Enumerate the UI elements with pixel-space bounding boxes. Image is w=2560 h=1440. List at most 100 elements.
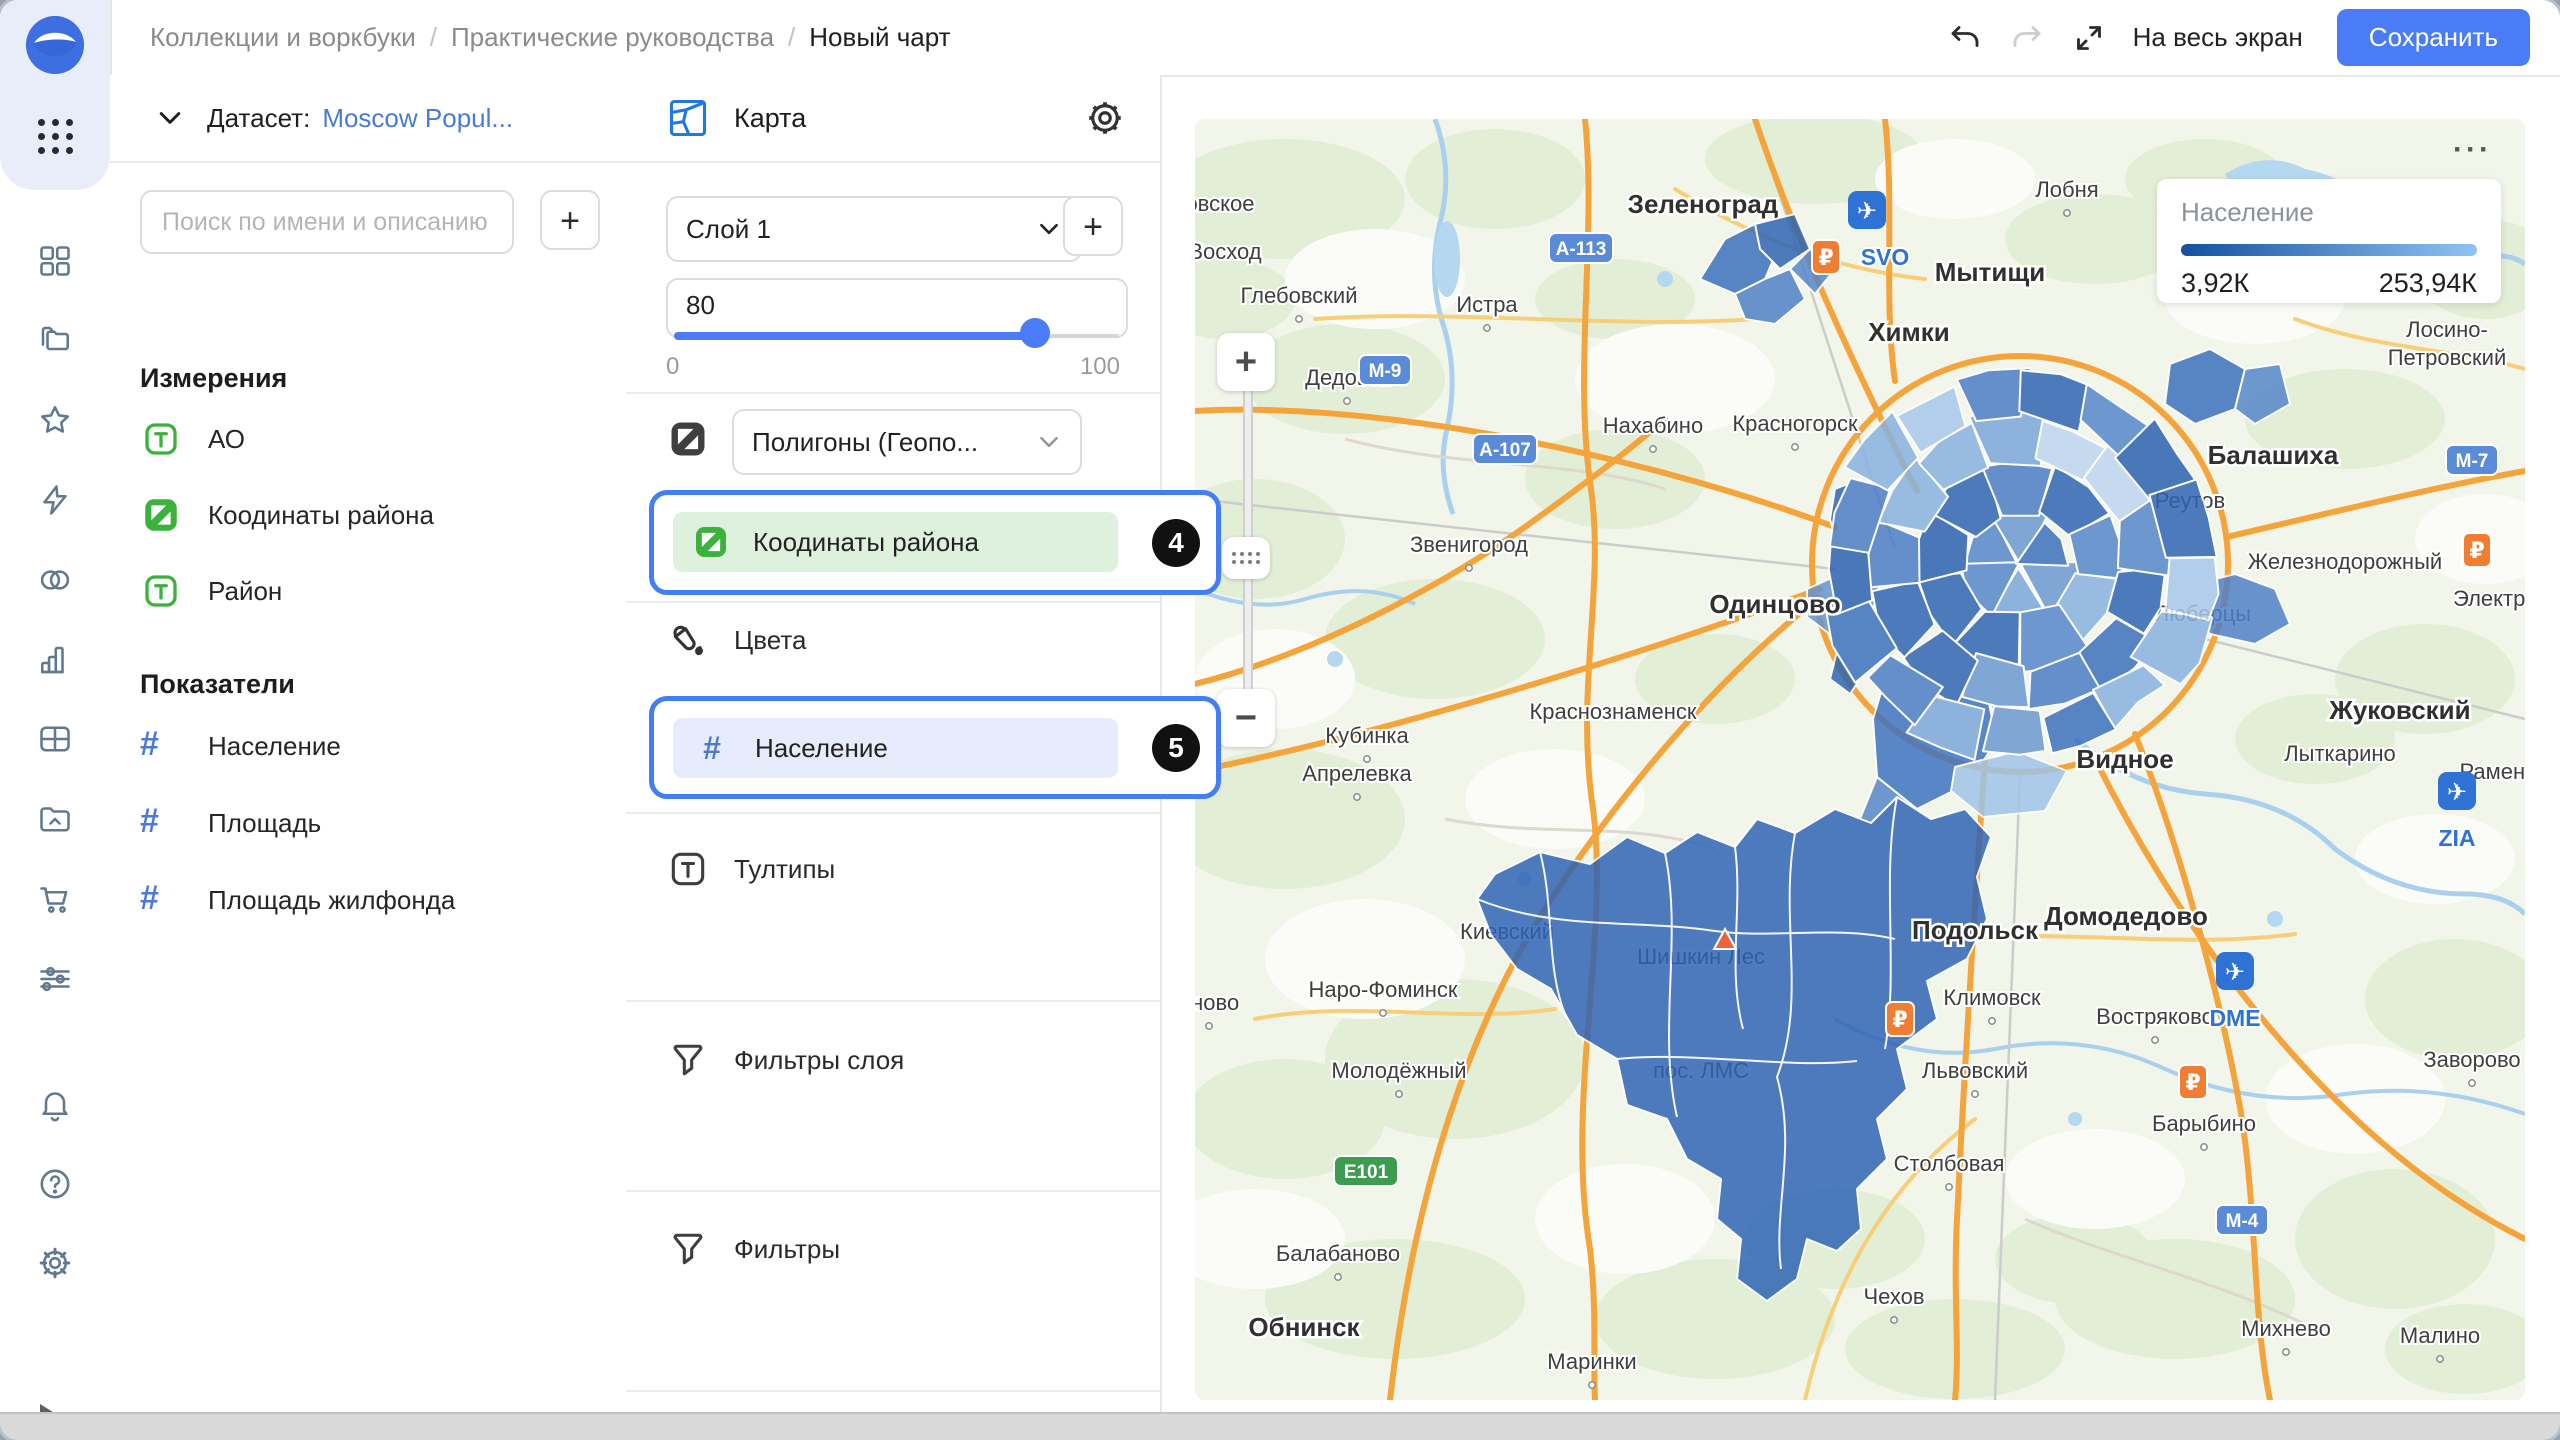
annotation-box-colors: # Население 5 bbox=[649, 696, 1221, 799]
chart-type-label: Карта bbox=[734, 103, 806, 134]
marketplace-icon[interactable] bbox=[37, 881, 73, 917]
opacity-slider-rest[interactable] bbox=[1039, 334, 1119, 338]
left-rail bbox=[0, 0, 112, 1412]
map-place-label: Красногорск bbox=[1732, 411, 1858, 436]
svg-text:₽: ₽ bbox=[2469, 538, 2484, 563]
divider bbox=[626, 601, 1160, 603]
map-place-label: Кубинка bbox=[1325, 723, 1409, 748]
layer-opacity-control[interactable]: 80 bbox=[666, 278, 1128, 338]
layer-select[interactable]: Слой 1 bbox=[666, 196, 1082, 262]
map-place-label: Климовск bbox=[1943, 985, 2041, 1010]
airport-code-label: ZIA bbox=[2438, 825, 2475, 851]
zoom-slider-handle[interactable] bbox=[1222, 537, 1270, 579]
dataset-panel: Датасет: Moscow Popul... + Измерения АО К… bbox=[110, 75, 628, 1412]
dataset-name-link[interactable]: Moscow Popul... bbox=[322, 103, 513, 134]
geotype-select[interactable]: Полигоны (Геопо... bbox=[732, 409, 1082, 475]
settings-sliders-icon[interactable] bbox=[37, 961, 73, 997]
map-place-label: Жуковский bbox=[2328, 695, 2470, 725]
zoom-in-button[interactable]: + bbox=[1217, 333, 1275, 391]
notifications-icon[interactable] bbox=[37, 1086, 73, 1122]
dataset-label: Датасет: bbox=[207, 103, 310, 134]
number-field-icon: # bbox=[691, 730, 733, 767]
datasets-icon[interactable] bbox=[37, 562, 73, 598]
chart-settings-gear-icon[interactable] bbox=[1084, 97, 1126, 139]
breadcrumb-separator: / bbox=[788, 22, 795, 53]
chevron-down-icon bbox=[1036, 429, 1062, 455]
dataset-header[interactable]: Датасет: Moscow Popul... bbox=[110, 75, 626, 163]
chevron-down-icon[interactable] bbox=[155, 103, 185, 133]
favorites-icon[interactable] bbox=[37, 402, 73, 438]
breadcrumb: Коллекции и воркбуки / Практические руково… bbox=[150, 0, 951, 75]
gear-icon[interactable] bbox=[37, 1245, 73, 1281]
undo-icon[interactable] bbox=[1947, 20, 1983, 56]
workbooks-icon[interactable] bbox=[37, 322, 73, 358]
chevron-down-icon bbox=[1036, 216, 1062, 242]
field-label: АО bbox=[208, 424, 245, 455]
divider bbox=[626, 812, 1160, 814]
opacity-slider-knob[interactable] bbox=[1020, 318, 1050, 348]
map-place-label: иново bbox=[1195, 990, 1239, 1015]
map-place-label: Восход bbox=[1195, 239, 1262, 264]
field-row[interactable]: #Население bbox=[140, 722, 341, 770]
map-canvas[interactable]: КрасногорскЗеленоградРеутовЖелезнодорожн… bbox=[1195, 119, 2525, 1400]
breadcrumb-item[interactable]: Коллекции и воркбуки bbox=[150, 22, 416, 53]
fullscreen-label[interactable]: На весь экран bbox=[2133, 22, 2303, 53]
search-input[interactable] bbox=[140, 190, 514, 254]
paint-bucket-icon bbox=[666, 618, 710, 662]
tables-icon[interactable] bbox=[37, 721, 73, 757]
svg-text:М-9: М-9 bbox=[1369, 361, 1402, 382]
field-label: Площадь bbox=[208, 808, 321, 839]
map-place-label: Нахабино bbox=[1603, 413, 1703, 438]
zoom-out-button[interactable]: − bbox=[1217, 689, 1275, 747]
legend-gradient-bar bbox=[2181, 244, 2477, 256]
breadcrumb-item: Новый чарт bbox=[809, 22, 950, 53]
district-cell bbox=[2165, 558, 2218, 621]
opacity-max-label: 100 bbox=[1080, 353, 1120, 381]
geopolygons-field-pill[interactable]: Коодинаты района bbox=[673, 512, 1118, 572]
map-more-menu-icon[interactable]: ··· bbox=[2453, 133, 2492, 167]
add-layer-button[interactable]: + bbox=[1063, 196, 1123, 256]
field-row[interactable]: #Площадь жилфонда bbox=[140, 876, 455, 924]
layer-filters-section-header[interactable]: Фильтры слоя bbox=[666, 1036, 904, 1084]
svg-text:✈: ✈ bbox=[1857, 198, 1877, 225]
colors-field-pill[interactable]: # Население bbox=[673, 718, 1118, 778]
field-label: Район bbox=[208, 576, 282, 607]
opacity-slider-track[interactable] bbox=[674, 332, 1039, 340]
funnel-icon bbox=[666, 1038, 710, 1082]
dashboards-icon[interactable] bbox=[37, 243, 73, 279]
svg-text:А-107: А-107 bbox=[1479, 440, 1531, 461]
add-field-button[interactable]: + bbox=[540, 190, 600, 250]
map-place-label: Подольск bbox=[1912, 915, 2039, 945]
field-search-row: + bbox=[140, 190, 600, 254]
field-row[interactable]: Коодинаты района bbox=[140, 491, 434, 539]
map-place-label: Химки bbox=[1868, 317, 1950, 347]
redo-icon[interactable] bbox=[2009, 20, 2045, 56]
svg-text:✈: ✈ bbox=[2225, 959, 2245, 986]
map-chart-icon[interactable] bbox=[666, 96, 710, 140]
quick-actions-icon[interactable] bbox=[37, 482, 73, 518]
app-logo-icon[interactable] bbox=[26, 16, 84, 74]
legend-min: 3,92К bbox=[2181, 268, 2249, 299]
svg-text:А-113: А-113 bbox=[1556, 239, 1607, 260]
save-button[interactable]: Сохранить bbox=[2337, 9, 2530, 66]
help-icon[interactable] bbox=[37, 1166, 73, 1202]
text-field-icon bbox=[140, 418, 182, 460]
map-place-label: Одинцово bbox=[1709, 589, 1840, 619]
map-place-label: Львовский bbox=[1922, 1058, 2028, 1083]
fullscreen-icon[interactable] bbox=[2071, 20, 2107, 56]
geopolygons-icon bbox=[666, 417, 710, 461]
gallery-icon[interactable] bbox=[37, 801, 73, 837]
field-row[interactable]: Район bbox=[140, 567, 282, 615]
filters-section-header[interactable]: Фильтры bbox=[666, 1225, 840, 1273]
apps-grid-icon[interactable] bbox=[37, 118, 73, 154]
svg-text:✈: ✈ bbox=[2447, 779, 2467, 806]
field-row[interactable]: АО bbox=[140, 415, 245, 463]
tooltips-section-header[interactable]: Тултипы bbox=[666, 845, 835, 893]
map-place-label: Маринки bbox=[1547, 1349, 1636, 1374]
breadcrumb-item[interactable]: Практические руководства bbox=[451, 22, 774, 53]
map-place-label: Лосино- bbox=[2406, 317, 2488, 342]
opacity-value: 80 bbox=[686, 290, 715, 321]
dimensions-title: Измерения bbox=[140, 363, 287, 394]
field-row[interactable]: #Площадь bbox=[140, 799, 321, 847]
charts-icon[interactable] bbox=[37, 642, 73, 678]
